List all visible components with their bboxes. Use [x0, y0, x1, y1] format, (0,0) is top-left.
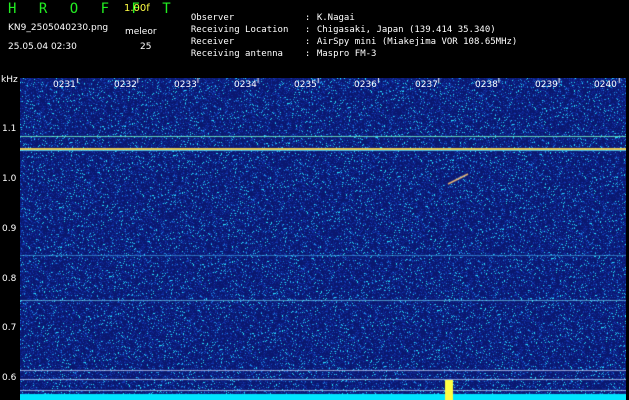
y-axis-label: 0.6	[2, 373, 17, 383]
info-value: Maspro FM-3	[316, 49, 377, 59]
info-separator: :	[304, 49, 311, 59]
filename-label: KN9_2505040230.png	[8, 23, 109, 33]
time-label: 0236	[354, 80, 377, 90]
y-axis-label: 0.9	[2, 224, 17, 234]
time-label: 0231	[53, 80, 76, 90]
app-title: H R O F F T	[8, 1, 178, 17]
version-label: 1.00f	[124, 3, 150, 14]
datetime-label: 25.05.04 02:30	[8, 42, 77, 52]
spectrogram-plot	[20, 78, 626, 400]
y-axis-unit: kHz	[1, 75, 18, 85]
y-axis-label: 0.7	[2, 323, 17, 333]
spectrogram-canvas	[20, 78, 626, 400]
time-label: 0238	[475, 80, 498, 90]
time-label: 0239	[535, 80, 558, 90]
time-label: 0235	[294, 80, 317, 90]
y-axis-label: 1.0	[2, 174, 17, 184]
time-label: 0233	[174, 80, 197, 90]
info-row-antenna: Receiving antenna: Maspro FM-3	[180, 39, 377, 59]
time-label: 0234	[234, 80, 257, 90]
y-axis-label: 1.1	[2, 124, 17, 134]
time-label: 0240	[594, 80, 617, 90]
info-label: Receiving antenna	[190, 49, 283, 59]
mode-label: meleor	[125, 27, 157, 37]
y-axis-label: 0.8	[2, 274, 17, 284]
count-label: 25	[140, 42, 152, 52]
time-label: 0232	[114, 80, 137, 90]
time-label: 0237	[415, 80, 438, 90]
